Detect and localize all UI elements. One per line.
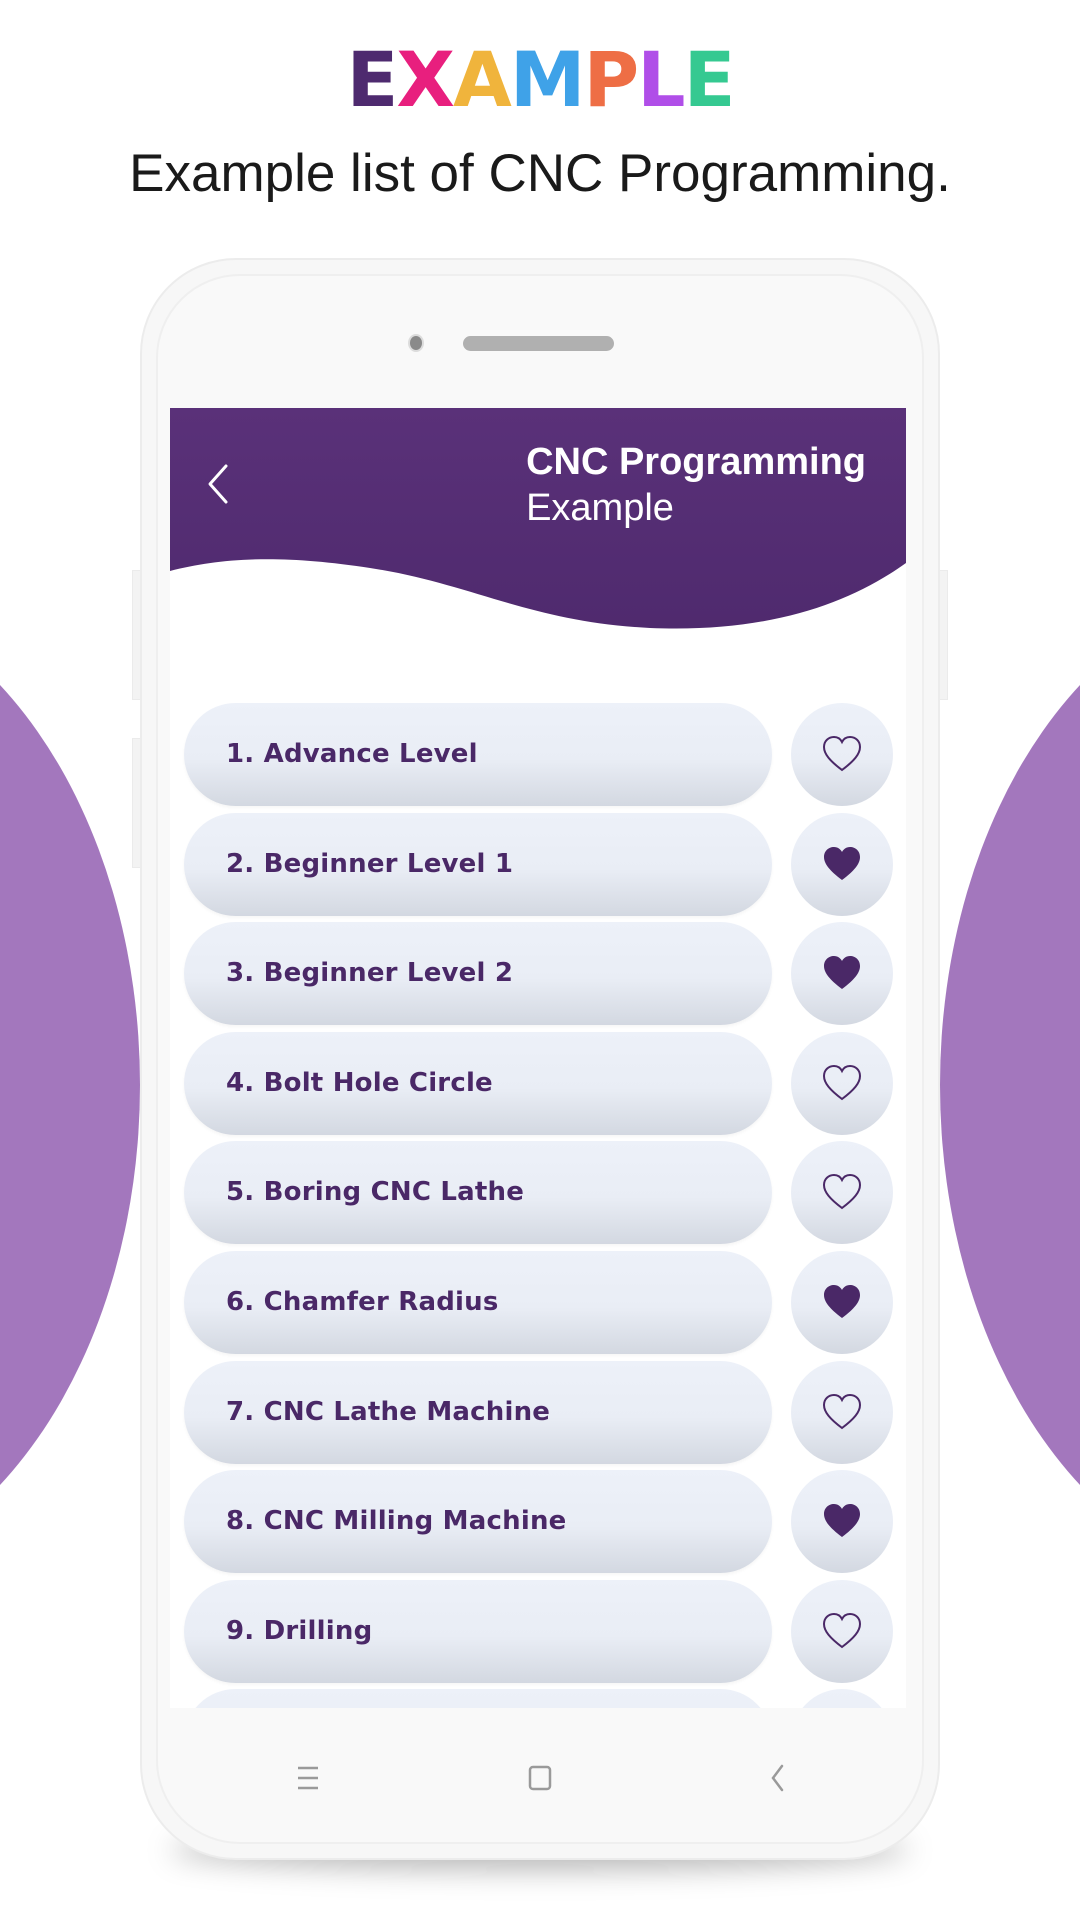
favorite-button[interactable] bbox=[791, 1579, 893, 1683]
promo-subtitle: Example list of CNC Programming. bbox=[129, 144, 951, 203]
topic-item-button[interactable]: 5. Boring CNC Lathe bbox=[184, 1141, 772, 1245]
favorite-button[interactable] bbox=[791, 1251, 893, 1354]
promo-title-letter: M bbox=[509, 35, 586, 124]
list-item: 9. Drilling bbox=[184, 1579, 896, 1683]
promo-title-letter: E bbox=[683, 35, 736, 124]
background-shape-left bbox=[0, 585, 140, 1585]
topic-item-label: 2. Beginner Level 1 bbox=[226, 848, 514, 879]
list-item: 2. Beginner Level 1 bbox=[184, 812, 896, 916]
heart-filled-icon bbox=[824, 956, 860, 990]
promo-title-letter: P bbox=[583, 35, 639, 124]
topic-item-button[interactable]: 3. Beginner Level 2 bbox=[184, 922, 772, 1026]
header-title-block: CNC Programming Example bbox=[526, 440, 866, 532]
topic-item-button[interactable] bbox=[184, 1689, 772, 1708]
heart-outline-icon bbox=[822, 1064, 862, 1101]
topic-item-label: 7. CNC Lathe Machine bbox=[226, 1396, 551, 1427]
list-item: 8. CNC Milling Machine bbox=[184, 1470, 896, 1574]
favorite-button[interactable] bbox=[791, 1141, 893, 1245]
topic-item-label: 5. Boring CNC Lathe bbox=[226, 1177, 525, 1208]
topic-item-label: 9. Drilling bbox=[226, 1615, 373, 1646]
promo-title-letter: E bbox=[346, 35, 398, 124]
list-item: 1. Advance Level bbox=[184, 703, 896, 806]
header-title: CNC Programming bbox=[526, 441, 866, 483]
camera-icon bbox=[410, 336, 422, 350]
app-header: CNC Programming Example bbox=[170, 408, 906, 648]
promo-title-letter: L bbox=[637, 35, 685, 124]
promo-title-letter: X bbox=[396, 35, 455, 124]
topic-item-button[interactable]: 8. CNC Milling Machine bbox=[184, 1470, 772, 1574]
topic-item-button[interactable]: 2. Beginner Level 1 bbox=[184, 812, 772, 916]
chevron-left-icon bbox=[208, 464, 228, 504]
favorite-button[interactable] bbox=[791, 703, 893, 806]
heart-outline-icon bbox=[822, 1612, 862, 1649]
app-screen: CNC Programming Example 1. Advance Level… bbox=[170, 408, 906, 1708]
list-item: 7. CNC Lathe Machine bbox=[184, 1360, 896, 1464]
nav-home-button[interactable] bbox=[520, 1758, 560, 1798]
topic-item-button[interactable]: 4. Bolt Hole Circle bbox=[184, 1031, 772, 1135]
heart-filled-icon bbox=[824, 846, 860, 880]
home-square-icon bbox=[528, 1765, 552, 1791]
back-chevron-icon bbox=[771, 1764, 784, 1792]
system-nav-bar bbox=[170, 1708, 906, 1838]
header-subtitle: Example bbox=[526, 487, 674, 529]
heart-filled-icon bbox=[824, 1285, 860, 1318]
menu-icon bbox=[298, 1766, 318, 1790]
topic-item-label: 4. Bolt Hole Circle bbox=[226, 1067, 493, 1098]
back-button[interactable] bbox=[200, 458, 244, 508]
promo-title-letter: A bbox=[453, 35, 512, 124]
list-item: 6. Chamfer Radius bbox=[184, 1251, 896, 1354]
heart-outline-icon bbox=[822, 1174, 862, 1210]
heart-outline-icon bbox=[822, 735, 862, 772]
topic-item-label: 3. Beginner Level 2 bbox=[226, 958, 514, 989]
nav-menu-button[interactable] bbox=[288, 1758, 328, 1798]
favorite-button[interactable] bbox=[791, 812, 893, 916]
topic-item-button[interactable]: 1. Advance Level bbox=[184, 703, 772, 806]
list-item bbox=[184, 1689, 896, 1708]
background-shape-right bbox=[940, 585, 1080, 1585]
topic-item-button[interactable]: 9. Drilling bbox=[184, 1579, 772, 1683]
favorite-button[interactable] bbox=[791, 922, 893, 1026]
topic-item-label: 6. Chamfer Radius bbox=[226, 1287, 499, 1317]
topic-item-label: 1. Advance Level bbox=[226, 739, 478, 769]
favorite-button[interactable] bbox=[791, 1031, 893, 1135]
favorite-button[interactable] bbox=[791, 1360, 893, 1464]
speaker-grille bbox=[463, 336, 614, 351]
topic-item-button[interactable]: 7. CNC Lathe Machine bbox=[184, 1360, 772, 1464]
promo-title: EXAMPLE bbox=[0, 40, 1080, 120]
nav-back-button[interactable] bbox=[758, 1758, 798, 1798]
list-item: 3. Beginner Level 2 bbox=[184, 922, 896, 1026]
favorite-button[interactable] bbox=[791, 1689, 893, 1708]
favorite-button[interactable] bbox=[791, 1470, 893, 1574]
list-item: 5. Boring CNC Lathe bbox=[184, 1141, 896, 1245]
heart-filled-icon bbox=[824, 1504, 860, 1538]
list-item: 4. Bolt Hole Circle bbox=[184, 1031, 896, 1135]
topic-item-button[interactable]: 6. Chamfer Radius bbox=[184, 1251, 772, 1354]
topic-item-label: 8. CNC Milling Machine bbox=[226, 1506, 567, 1537]
heart-outline-icon bbox=[822, 1393, 862, 1429]
